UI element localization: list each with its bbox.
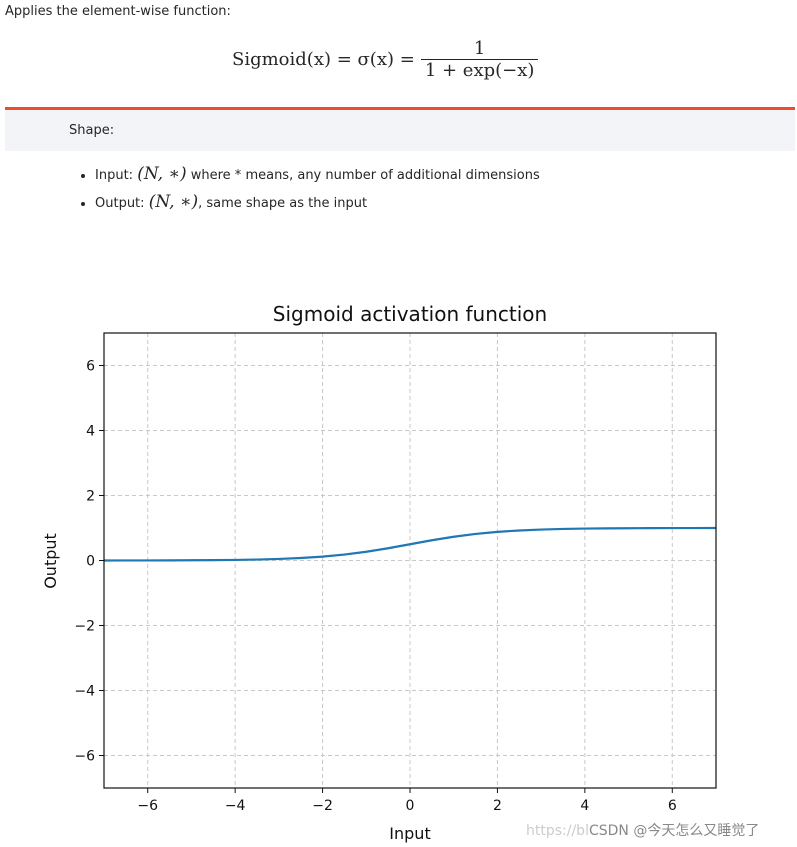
y-tick-label: −6 — [74, 749, 95, 765]
watermark: https://blCSDN @今天怎么又睡觉了 — [526, 820, 759, 840]
watermark-url: https://bl — [526, 823, 589, 839]
sigmoid-formula: Sigmoid(x) = σ(x) = 1 1 + exp(−x) — [232, 38, 539, 81]
shape-section-header: Shape: — [5, 107, 795, 151]
y-tick-label: 2 — [86, 489, 95, 505]
x-tick-label: −6 — [137, 798, 158, 814]
watermark-text: CSDN @今天怎么又睡觉了 — [588, 823, 760, 839]
item-math: (N, ∗) — [148, 192, 199, 212]
y-tick-label: −4 — [74, 684, 95, 700]
chart-title: Sigmoid activation function — [273, 302, 547, 326]
shape-label: Shape: — [69, 123, 115, 138]
x-tick-label: 0 — [406, 798, 415, 814]
x-tick-label: −2 — [312, 798, 333, 814]
formula-fraction: 1 1 + exp(−x) — [420, 38, 539, 81]
x-tick-label: −4 — [225, 798, 246, 814]
formula-lhs: Sigmoid(x) = σ(x) = — [232, 49, 415, 70]
y-tick-label: 4 — [86, 424, 95, 440]
x-tick-label: 4 — [580, 798, 589, 814]
x-tick-label: 6 — [668, 798, 677, 814]
shape-list: Input: (N, ∗) where * means, any number … — [75, 160, 540, 216]
y-tick-label: −2 — [74, 619, 95, 635]
sigmoid-chart: Sigmoid activation function Input Output… — [41, 302, 717, 843]
item-label: Output: — [95, 196, 145, 211]
y-axis-label: Output — [41, 533, 60, 589]
shape-item-input: Input: (N, ∗) where * means, any number … — [95, 160, 540, 188]
item-text: , same shape as the input — [198, 196, 368, 211]
formula-numerator: 1 — [473, 38, 486, 59]
y-tick-label: 6 — [86, 359, 95, 375]
formula-denominator: 1 + exp(−x) — [420, 59, 539, 81]
y-tick-label: 0 — [86, 554, 95, 570]
x-tick-label: 2 — [493, 798, 502, 814]
intro-text: Applies the element-wise function: — [5, 4, 231, 19]
item-text: where * means, any number of additional … — [190, 168, 540, 183]
shape-item-output: Output: (N, ∗), same shape as the input — [95, 188, 540, 216]
item-label: Input: — [95, 168, 134, 183]
x-axis-label: Input — [389, 824, 430, 843]
item-math: (N, ∗) — [137, 164, 187, 184]
